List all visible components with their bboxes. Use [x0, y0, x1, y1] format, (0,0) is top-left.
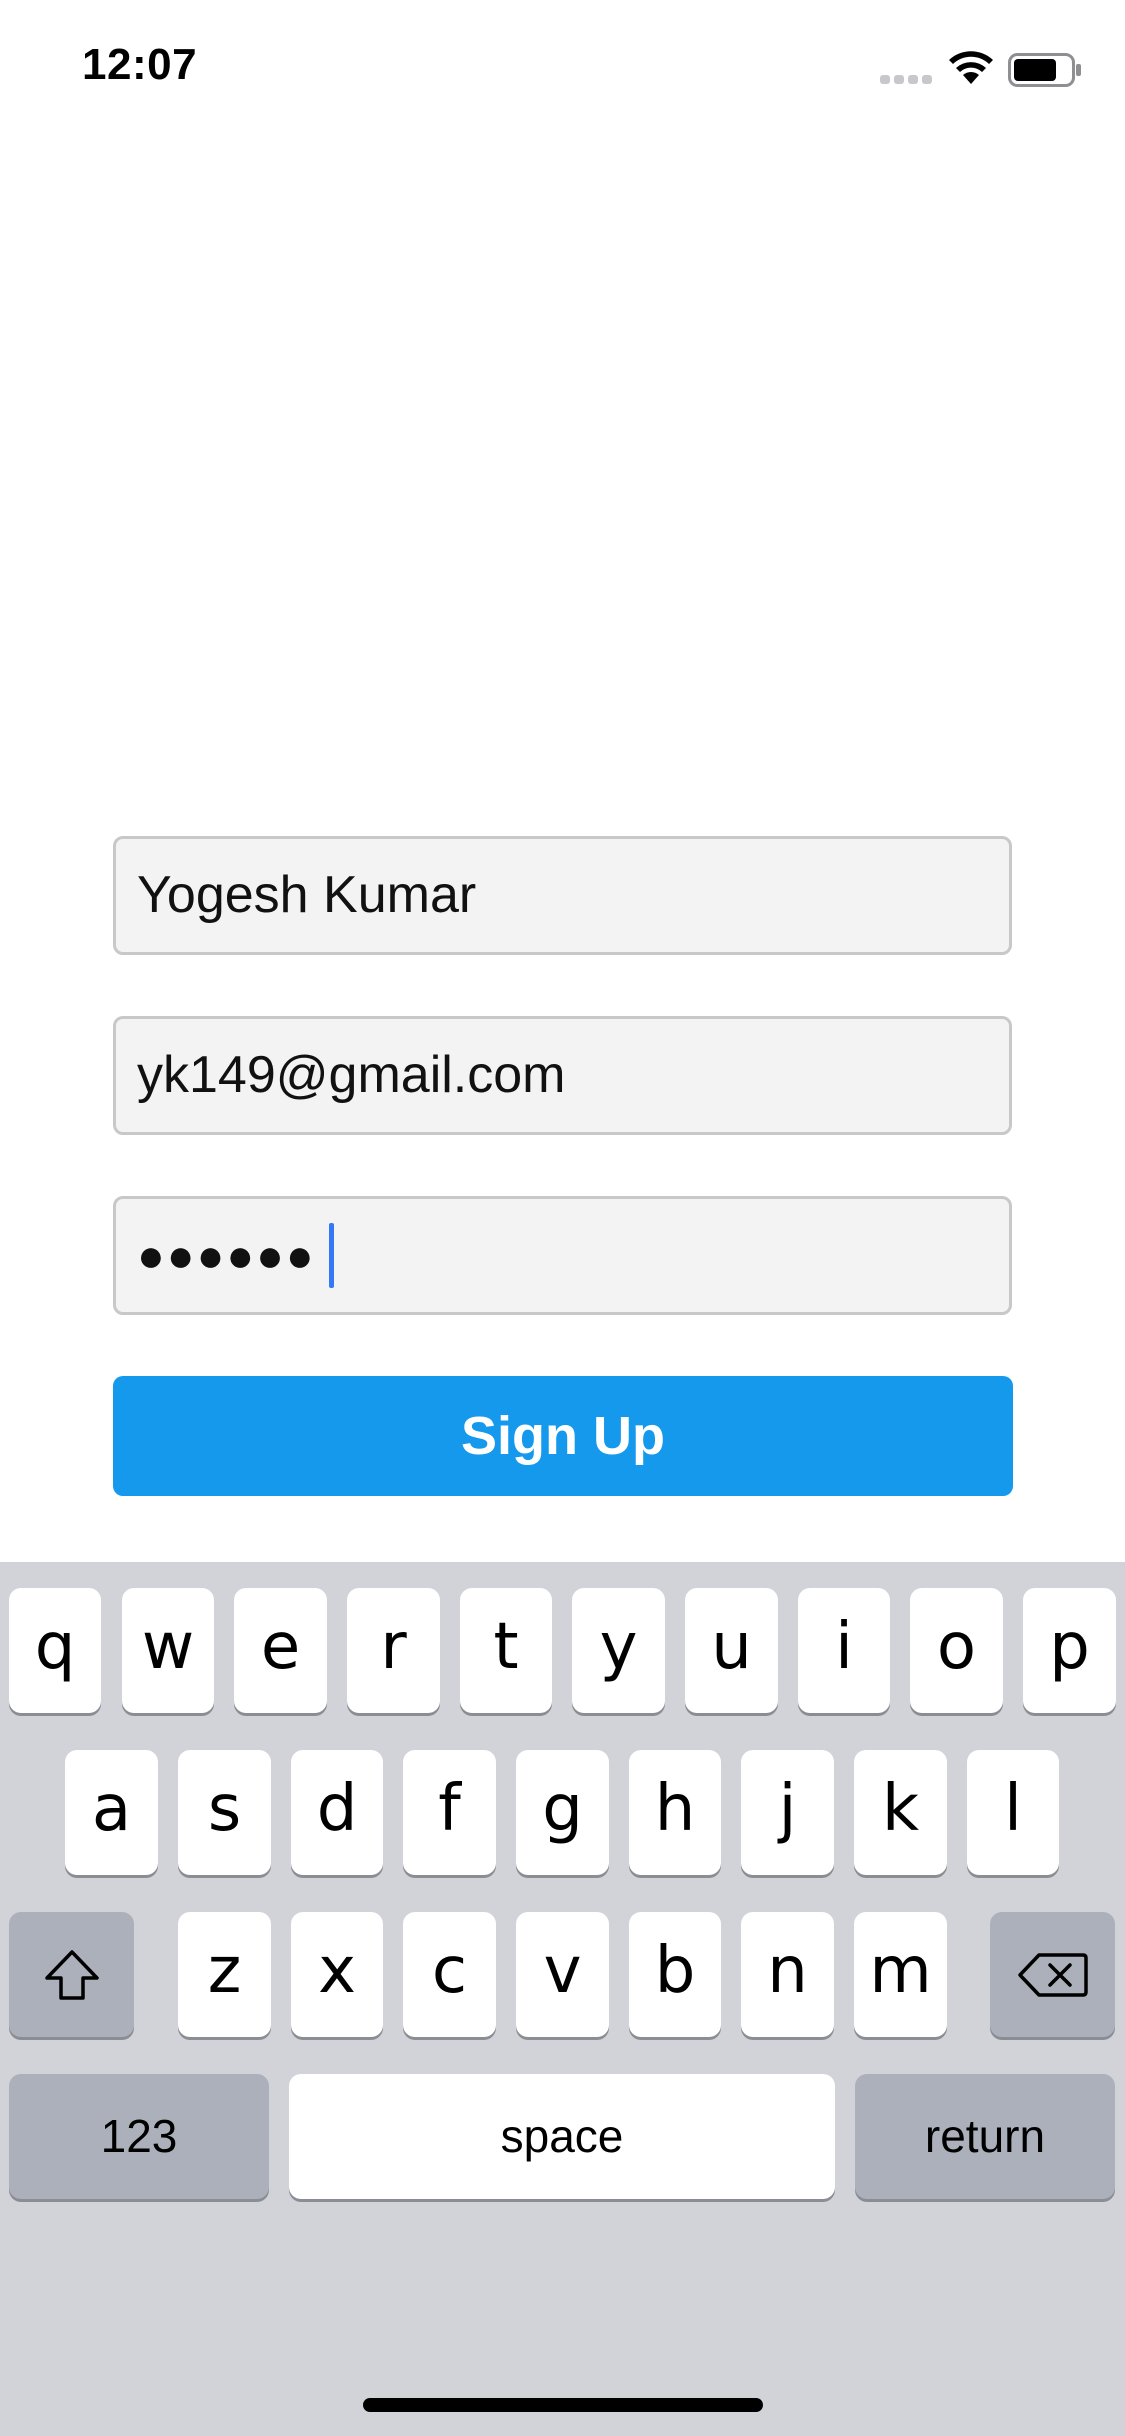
email-field-value: yk149@gmail.com [137, 1046, 566, 1104]
key-q[interactable]: q [9, 1588, 101, 1713]
key-w[interactable]: w [122, 1588, 214, 1713]
key-a[interactable]: a [65, 1750, 158, 1875]
numbers-key[interactable]: 123 [9, 2074, 269, 2199]
key-x[interactable]: x [291, 1912, 383, 2037]
home-indicator[interactable] [363, 2398, 763, 2412]
key-j[interactable]: j [741, 1750, 834, 1875]
key-n[interactable]: n [741, 1912, 834, 2037]
key-r[interactable]: r [347, 1588, 440, 1713]
key-k[interactable]: k [854, 1750, 947, 1875]
key-i[interactable]: i [798, 1588, 890, 1713]
shift-icon [44, 1949, 99, 2000]
keyboard: q w e r t y u i o p a s d f g h j k l z … [0, 1562, 1125, 2436]
key-m[interactable]: m [854, 1912, 947, 2037]
text-cursor [329, 1223, 334, 1288]
name-field-value: Yogesh Kumar [137, 866, 477, 924]
backspace-icon [1017, 1952, 1088, 1997]
key-l[interactable]: l [967, 1750, 1059, 1875]
key-b[interactable]: b [629, 1912, 721, 2037]
key-c[interactable]: c [403, 1912, 496, 2037]
password-field-value: ●●●●●● [137, 1229, 316, 1281]
key-g[interactable]: g [516, 1750, 609, 1875]
status-time: 12:07 [82, 40, 198, 89]
space-key[interactable]: space [289, 2074, 835, 2199]
key-o[interactable]: o [910, 1588, 1003, 1713]
key-p[interactable]: p [1023, 1588, 1116, 1713]
cellular-signal-icon [880, 75, 934, 84]
backspace-key[interactable] [990, 1912, 1115, 2037]
sign-up-button[interactable]: Sign Up [113, 1376, 1013, 1496]
email-field[interactable]: yk149@gmail.com [113, 1016, 1012, 1135]
key-d[interactable]: d [291, 1750, 383, 1875]
status-bar: 12:07 [0, 0, 1125, 132]
key-y[interactable]: y [572, 1588, 665, 1713]
key-f[interactable]: f [403, 1750, 496, 1875]
key-e[interactable]: e [234, 1588, 327, 1713]
key-u[interactable]: u [685, 1588, 778, 1713]
shift-key[interactable] [9, 1912, 134, 2037]
key-h[interactable]: h [629, 1750, 721, 1875]
name-field[interactable]: Yogesh Kumar [113, 836, 1012, 955]
password-field[interactable]: ●●●●●● [113, 1196, 1012, 1315]
key-s[interactable]: s [178, 1750, 271, 1875]
battery-icon [1008, 53, 1081, 87]
key-z[interactable]: z [178, 1912, 271, 2037]
key-t[interactable]: t [460, 1588, 552, 1713]
key-v[interactable]: v [516, 1912, 609, 2037]
wifi-icon [949, 51, 993, 84]
return-key[interactable]: return [855, 2074, 1115, 2199]
